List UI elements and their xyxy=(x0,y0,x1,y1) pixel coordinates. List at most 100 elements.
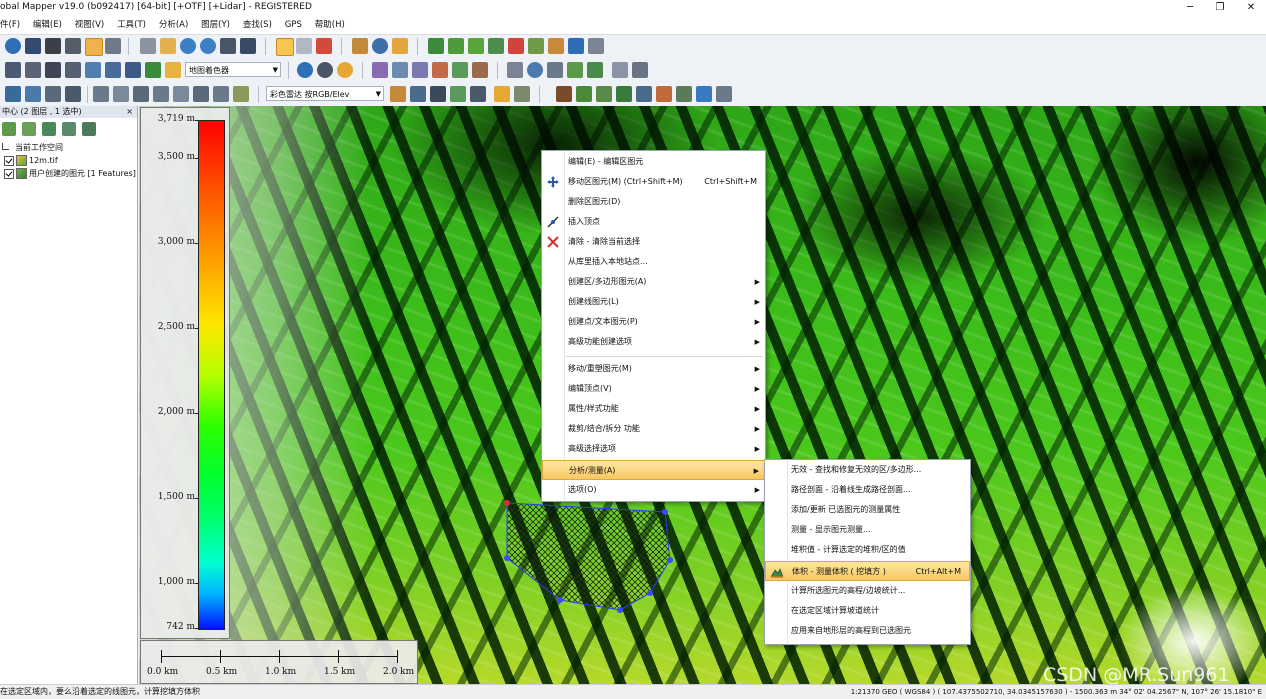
terrain-5-icon[interactable] xyxy=(508,38,524,54)
home-icon[interactable] xyxy=(240,38,256,54)
line-tool-6-icon[interactable] xyxy=(472,62,488,78)
submenu-item-stockpile-value[interactable]: 堆积值 - 计算选定的堆积/区的值 xyxy=(765,540,970,560)
globe-icon[interactable] xyxy=(5,38,21,54)
edit-6-icon[interactable] xyxy=(193,86,209,102)
menu-help[interactable]: 帮助(H) xyxy=(310,16,350,34)
terrain-7-icon[interactable] xyxy=(548,38,564,54)
restore-button[interactable]: ❐ xyxy=(1205,0,1235,16)
menu-item-create-line[interactable]: 创建线图元(L) ▶ xyxy=(542,292,765,312)
measure-7-icon[interactable] xyxy=(632,62,648,78)
submenu-item-update-measure-attrs[interactable]: 添加/更新 已选图元的测量属性 xyxy=(765,500,970,520)
edit-7-icon[interactable] xyxy=(213,86,229,102)
measure-5-icon[interactable] xyxy=(587,62,603,78)
tree-layer-user-features[interactable]: 用户创建的图元 [1 Features] xyxy=(4,168,136,179)
shader-icon[interactable] xyxy=(165,62,181,78)
terrain-3-icon[interactable] xyxy=(468,38,484,54)
add-layer-icon[interactable] xyxy=(2,122,16,136)
config-icon[interactable] xyxy=(105,38,121,54)
edit-8-icon[interactable] xyxy=(233,86,249,102)
measure-2-icon[interactable] xyxy=(527,62,543,78)
menu-item-delete-area[interactable]: 删除区图元(D) xyxy=(542,192,765,212)
ruler-icon[interactable] xyxy=(352,38,368,54)
menu-file[interactable]: 件(F) xyxy=(0,16,25,34)
line-tool-1-icon[interactable] xyxy=(372,62,388,78)
menu-item-insert-vertex[interactable]: 插入顶点 xyxy=(542,212,765,232)
vertex-handle[interactable] xyxy=(617,607,623,613)
tool-f-icon[interactable] xyxy=(105,62,121,78)
close-button[interactable]: ✕ xyxy=(1236,0,1266,16)
menu-search[interactable]: 查找(S) xyxy=(238,16,277,34)
measure-6-icon[interactable] xyxy=(612,62,628,78)
submenu-item-ramp-stats[interactable]: 在选定区域计算坡道统计 xyxy=(765,601,970,621)
line-tool-3-icon[interactable] xyxy=(412,62,428,78)
tool-h-icon[interactable] xyxy=(145,62,161,78)
save-icon[interactable] xyxy=(25,38,41,54)
digitizer-icon[interactable] xyxy=(276,38,294,56)
menu-item-create-point[interactable]: 创建点/文本图元(P) ▶ xyxy=(542,312,765,332)
submenu-item-invalid-polygons[interactable]: 无效 - 查找和修复无效的区/多边形... xyxy=(765,460,970,480)
line-tool-5-icon[interactable] xyxy=(452,62,468,78)
menu-item-edit-vertices[interactable]: 编辑顶点(V) ▶ xyxy=(542,379,765,399)
menu-tools[interactable]: 工具(T) xyxy=(112,16,151,34)
layer-filter-icon[interactable] xyxy=(42,122,56,136)
tool-a-icon[interactable] xyxy=(5,62,21,78)
terrain-1-icon[interactable] xyxy=(428,38,444,54)
tool-g-icon[interactable] xyxy=(125,62,141,78)
color-shader-combo[interactable]: 彩色雷达 按RGB/Elev ▼ xyxy=(266,86,384,101)
vertex-2-icon[interactable] xyxy=(25,86,41,102)
vertex-handle[interactable] xyxy=(504,555,510,561)
layer-e-icon[interactable] xyxy=(470,86,486,102)
tool-b-icon[interactable] xyxy=(25,62,41,78)
pan-icon[interactable] xyxy=(160,38,176,54)
line-tool-4-icon[interactable] xyxy=(432,62,448,78)
analysis-8-icon[interactable] xyxy=(696,86,712,102)
vertex-handle[interactable] xyxy=(667,557,673,563)
lighting-icon[interactable] xyxy=(337,62,353,78)
menu-item-clear-selection[interactable]: 清除 - 清除当前选择 xyxy=(542,232,765,252)
submenu-item-show-measure[interactable]: 测量 - 显示图元测量... xyxy=(765,520,970,540)
menu-item-analysis-measure[interactable]: 分析/测量(A) ▶ xyxy=(542,460,765,480)
edit-2-icon[interactable] xyxy=(113,86,129,102)
vertex-handle[interactable] xyxy=(557,597,563,603)
menu-analysis[interactable]: 分析(A) xyxy=(154,16,193,34)
tool-d-icon[interactable] xyxy=(65,62,81,78)
terrain-4-icon[interactable] xyxy=(488,38,504,54)
menu-item-create-area[interactable]: 创建区/多边形图元(A) ▶ xyxy=(542,272,765,292)
select-icon[interactable] xyxy=(140,38,156,54)
layers-icon[interactable] xyxy=(85,38,103,56)
edit-4-icon[interactable] xyxy=(153,86,169,102)
menu-item-clip-combine-split[interactable]: 裁剪/结合/拆分 功能 ▶ xyxy=(542,419,765,439)
map-shader-combo[interactable]: 地图着色器 ▼ xyxy=(185,62,281,77)
terrain-9-icon[interactable] xyxy=(588,38,604,54)
layer-c-icon[interactable] xyxy=(430,86,446,102)
submenu-item-elevation-slope-stats[interactable]: 计算所选图元的高程/边坡统计... xyxy=(765,581,970,601)
analysis-2-icon[interactable] xyxy=(576,86,592,102)
zoom-in-icon[interactable] xyxy=(180,38,196,54)
projection-icon[interactable] xyxy=(297,62,313,78)
tree-layer-dem[interactable]: 12m.tif xyxy=(4,155,58,166)
vertex-3-icon[interactable] xyxy=(45,86,61,102)
menu-item-move-area[interactable]: 移动区图元(M) (Ctrl+Shift+M) Ctrl+Shift+M xyxy=(542,172,765,192)
analysis-9-icon[interactable] xyxy=(716,86,732,102)
vertex-handle[interactable] xyxy=(647,590,653,596)
wrench-icon[interactable] xyxy=(65,38,81,54)
workspace-icon[interactable] xyxy=(45,38,61,54)
menu-item-edit-area[interactable]: 编辑(E) - 编辑区图元 xyxy=(542,152,765,172)
measure-1-icon[interactable] xyxy=(507,62,523,78)
back-icon[interactable] xyxy=(220,38,236,54)
measure-4-icon[interactable] xyxy=(567,62,583,78)
menu-view[interactable]: 视图(V) xyxy=(70,16,109,34)
layer-visibility-checkbox[interactable] xyxy=(4,168,14,179)
layer-b-icon[interactable] xyxy=(410,86,426,102)
analysis-7-icon[interactable] xyxy=(676,86,692,102)
analysis-6-icon[interactable] xyxy=(656,86,672,102)
zoom-out-icon[interactable] xyxy=(200,38,216,54)
menu-item-attributes-style[interactable]: 属性/样式功能 ▶ xyxy=(542,399,765,419)
terrain-8-icon[interactable] xyxy=(568,38,584,54)
submenu-item-path-profile[interactable]: 路径剖面 - 沿着线生成路径剖面... xyxy=(765,480,970,500)
menu-layer[interactable]: 图层(Y) xyxy=(196,16,235,34)
filter-icon[interactable] xyxy=(494,86,510,102)
vertex-handle[interactable] xyxy=(662,509,668,515)
selected-polygon-feature[interactable] xyxy=(500,495,680,620)
vertex-1-icon[interactable] xyxy=(5,86,21,102)
